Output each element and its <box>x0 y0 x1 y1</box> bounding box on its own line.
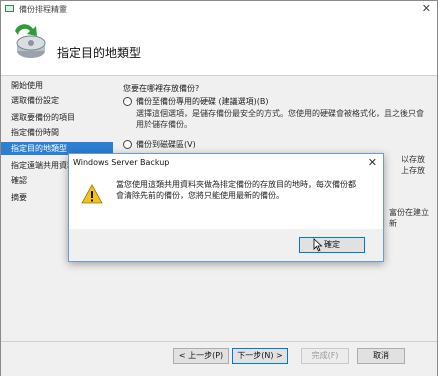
option-dedicated-disk[interactable]: 備份至備份專用的硬碟 (建議選項)(B) <box>123 96 269 107</box>
option-dedicated-disk-desc: 選擇這個選項，是儲存備份最安全的方式。您使用的硬碟會被格式化，且之後只會用於儲存… <box>136 109 424 129</box>
warning-icon <box>81 184 103 204</box>
step-backup-settings[interactable]: 選取備份設定 <box>1 94 113 107</box>
title-bar: 備份排程精靈 ✕ <box>1 1 437 17</box>
next-button[interactable]: 下一步(N) > <box>232 348 288 364</box>
step-select-items[interactable]: 選取要備份的項目 <box>1 111 113 124</box>
cancel-button[interactable]: 取消 <box>357 348 405 364</box>
option-volume-label: 備份到磁碟區(V) <box>136 140 196 149</box>
radio-dedicated-disk[interactable] <box>123 97 132 106</box>
dialog-message: 當您使用這類共用資料夾做為排定備份的存放目的地時，每次備份都會清除先前的備份，您… <box>116 180 356 200</box>
page-title: 指定目的地類型 <box>57 46 142 60</box>
wizard-header: 指定目的地類型 <box>1 17 437 76</box>
destination-question: 您要在哪裡存放備份? <box>123 84 200 93</box>
dialog-title: Windows Server Backup <box>73 158 170 167</box>
hidden-text-fragment: 上存放 <box>401 166 425 175</box>
hidden-text-fragment: 以存放 <box>401 155 425 164</box>
warning-dialog: Windows Server Backup ✕ 當您使用這類共用資料夾做為排定備… <box>68 153 384 262</box>
step-backup-time[interactable]: 指定備份時間 <box>1 126 113 139</box>
radio-volume[interactable] <box>123 140 132 149</box>
back-button[interactable]: < 上一步(P) <box>173 348 229 364</box>
dialog-ok-button[interactable]: 確定 <box>299 237 365 253</box>
option-dedicated-disk-label: 備份至備份專用的硬碟 (建議選項)(B) <box>136 97 269 106</box>
close-icon[interactable]: ✕ <box>422 2 431 15</box>
window-title: 備份排程精靈 <box>19 5 67 14</box>
dialog-close-icon[interactable]: ✕ <box>368 156 377 169</box>
step-getting-started[interactable]: 開始使用 <box>1 79 113 92</box>
backup-schedule-icon <box>15 24 46 58</box>
backup-app-icon <box>5 5 14 12</box>
hidden-text-fragment: 富份在建立新 <box>389 208 429 228</box>
dialog-footer: 確定 <box>69 229 383 261</box>
finish-button[interactable]: 完成(F) <box>301 348 349 364</box>
option-volume[interactable]: 備份到磁碟區(V) <box>123 139 196 150</box>
mouse-cursor-icon <box>313 238 323 252</box>
wizard-footer: < 上一步(P) 下一步(N) > 完成(F) 取消 <box>1 341 437 376</box>
